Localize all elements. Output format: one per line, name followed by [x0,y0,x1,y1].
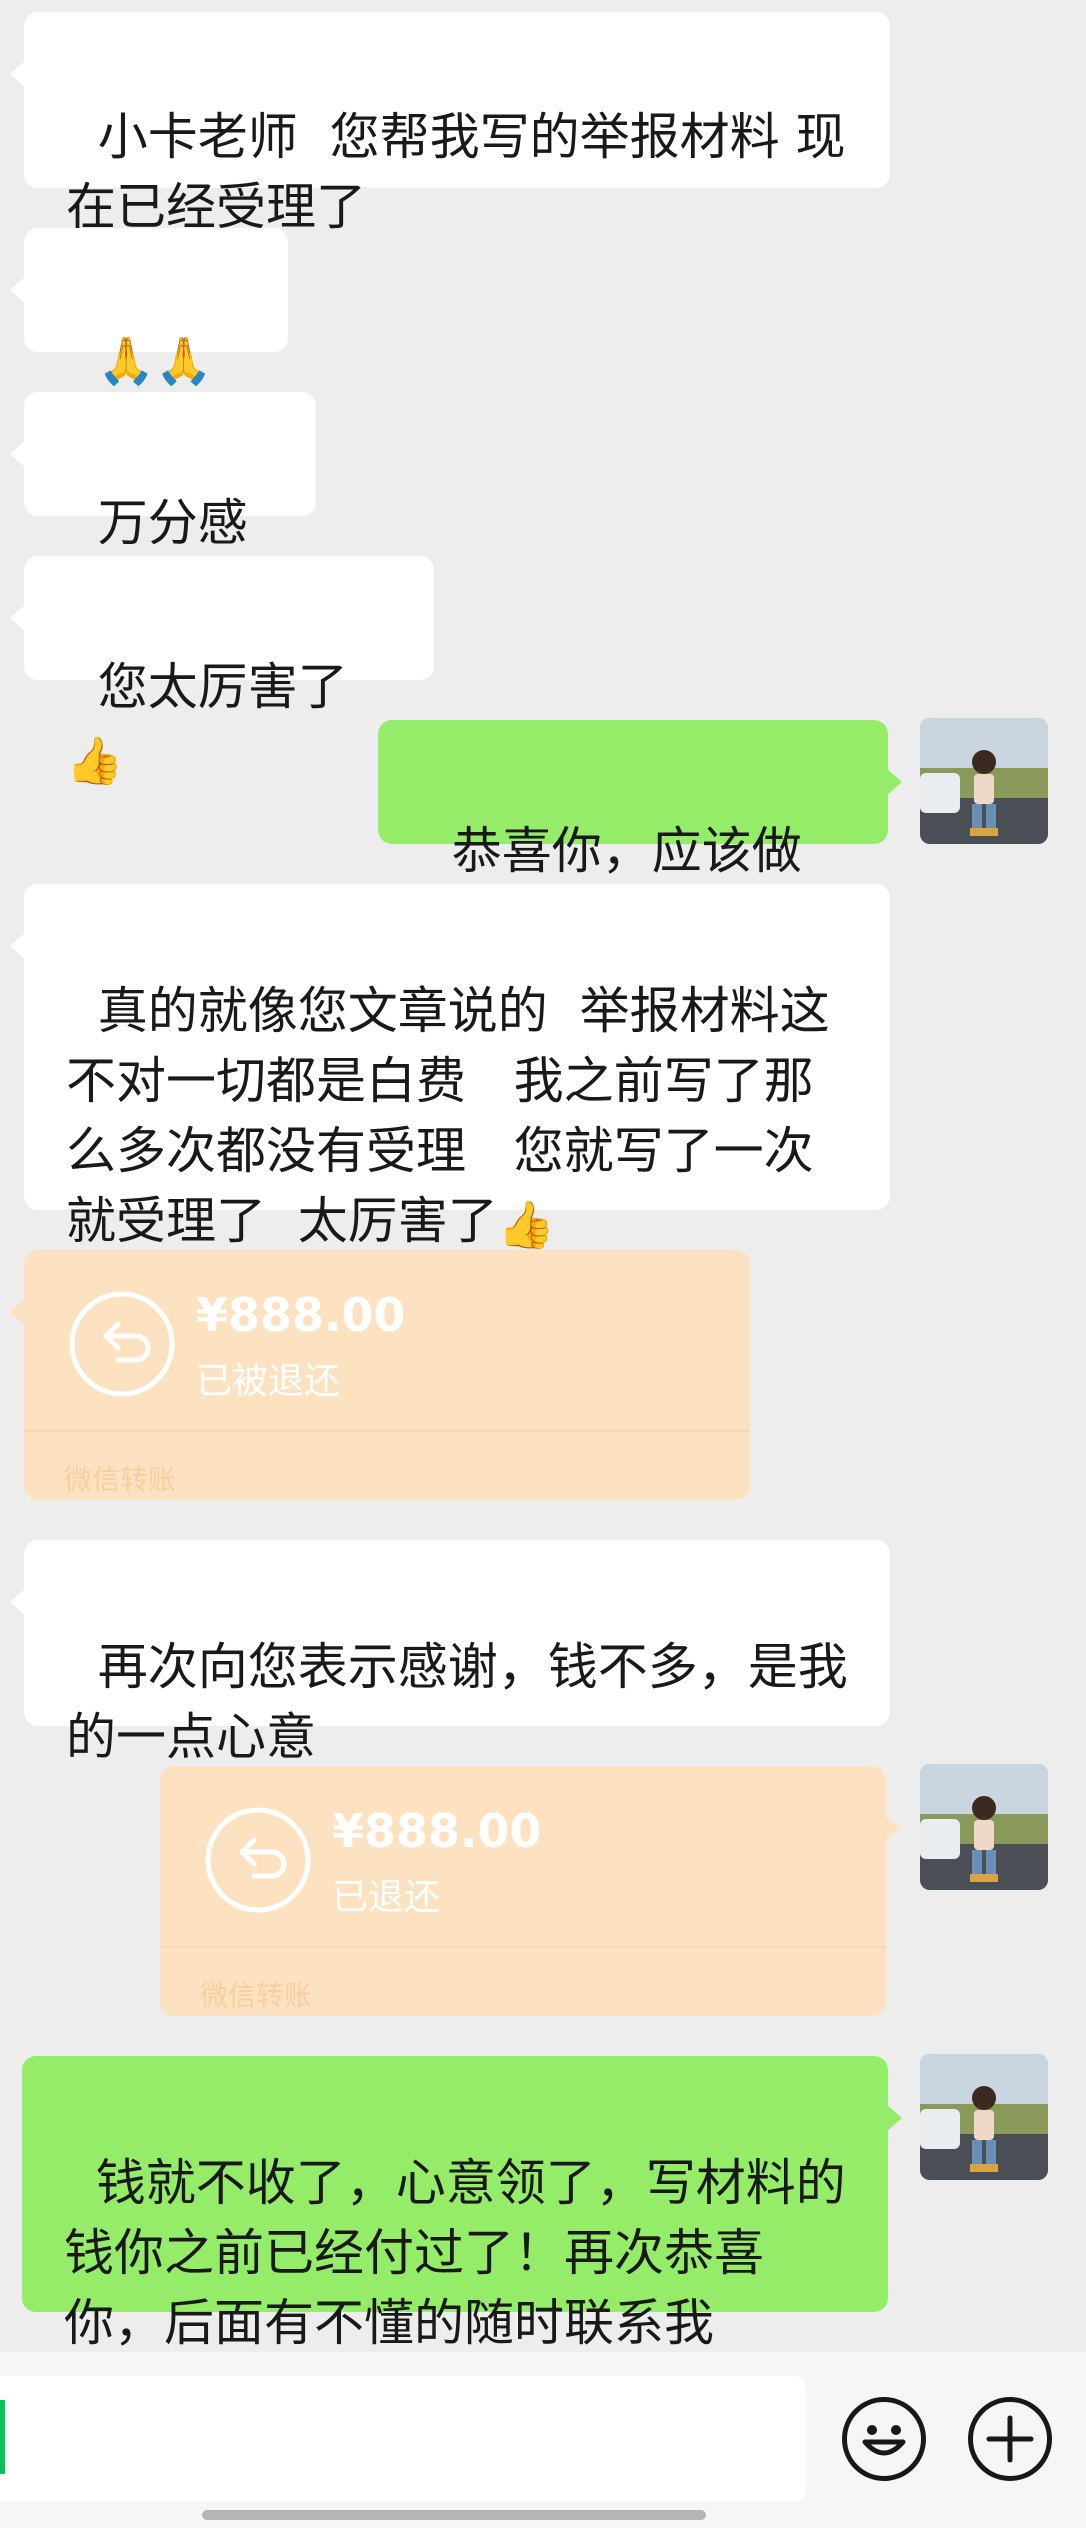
user-avatar[interactable] [920,2054,1048,2180]
transfer-amount: ¥888.00 [332,1804,542,1858]
avatar-photo-icon [920,1764,1048,1890]
message-text: 小卡老师 您帮我写的举报材料 现在已经受理了 [66,108,846,236]
message-incoming[interactable]: 小卡老师 您帮我写的举报材料 现在已经受理了 [10,12,890,236]
message-incoming[interactable]: 🙏🙏🙏 [10,228,288,461]
transfer-card-outgoing[interactable]: ¥888.00 已退还 微信转账 [160,1766,900,2016]
message-incoming[interactable]: 您太厉害了 👍 [10,556,434,788]
message-incoming[interactable]: 真的就像您文章说的 举报材料这不对一切都是白费 我之前写了那么多次都没有受理 您… [10,884,890,1252]
smiley-icon [862,2425,906,2456]
plus-icon [986,2415,1034,2463]
transfer-status: 已被退还 [196,1361,341,1402]
return-arrow-icon [205,1807,311,1913]
message-text: 真的就像您文章说的 举报材料这不对一切都是白费 我之前写了那么多次都没有受理 您… [66,982,830,1250]
transfer-card-incoming[interactable]: ¥888.00 已被退还 微信转账 [10,1250,750,1500]
transfer-status: 已退还 [332,1877,441,1918]
emoji-button[interactable] [842,2397,926,2481]
transfer-footer: 微信转账 [200,1979,313,2012]
message-text: 再次向您表示感谢，钱不多，是我的一点心意 [66,1638,848,1766]
text-caret [0,2400,5,2474]
avatar-photo-icon [920,718,1048,844]
avatar-photo-icon [920,2054,1048,2180]
transfer-amount: ¥888.00 [196,1288,406,1342]
transfer-footer: 微信转账 [64,1463,177,1496]
message-incoming[interactable]: 万分感谢 [10,392,316,622]
return-arrow-icon [69,1291,175,1397]
user-avatar[interactable] [920,718,1048,844]
thumbs-up-emoji: 👍 [497,1197,556,1252]
more-button[interactable] [968,2397,1052,2481]
message-incoming[interactable]: 再次向您表示感谢，钱不多，是我的一点心意 [10,1540,890,1766]
message-text: 钱就不收了，心意领了，写材料的钱你之前已经付过了！再次恭喜你，后面有不懂的随时联… [64,2154,846,2352]
divider [160,1946,886,1948]
user-avatar[interactable] [920,1764,1048,1890]
message-outgoing[interactable]: 钱就不收了，心意领了，写材料的钱你之前已经付过了！再次恭喜你，后面有不懂的随时联… [22,2056,902,2352]
message-outgoing[interactable]: 恭喜你，应该做的 [378,720,902,950]
home-indicator[interactable] [202,2510,706,2520]
divider [24,1430,750,1432]
thumbs-up-emoji: 👍 [66,733,124,788]
message-input[interactable] [0,2376,806,2502]
message-text: 您太厉害了 [97,658,348,716]
